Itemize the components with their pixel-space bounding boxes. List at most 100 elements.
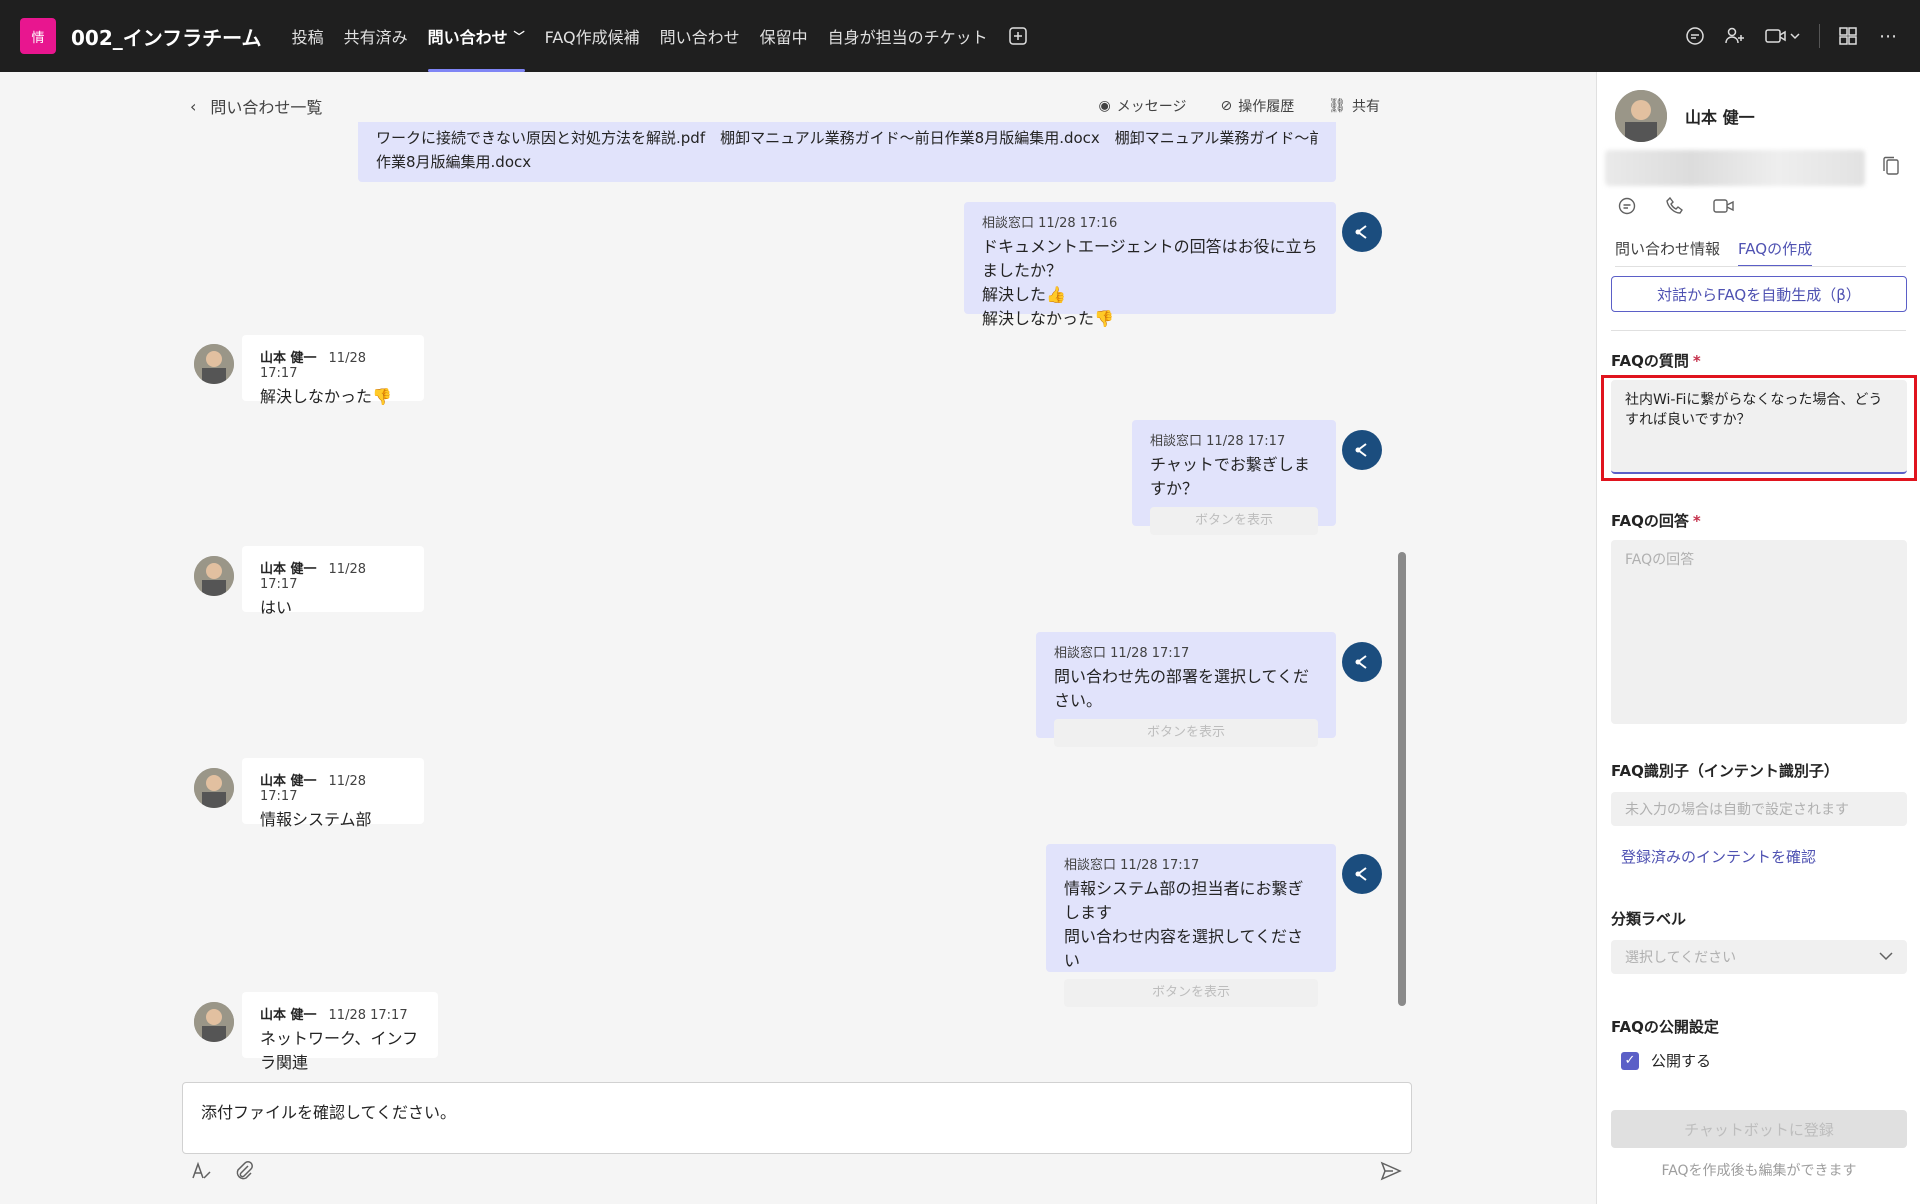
video-icon[interactable] (1763, 24, 1803, 48)
send-icon[interactable] (1380, 1160, 1402, 1186)
user-message: 山本 健一 11/28 17:17 はい (242, 546, 424, 617)
sender: 山本 健一 (260, 774, 317, 789)
register-chatbot-button[interactable]: チャットボットに登録 (1611, 1110, 1907, 1148)
avatar (1615, 90, 1667, 142)
compose-box[interactable]: 添付ファイルを確認してください。 (182, 1082, 1412, 1154)
show-buttons-button[interactable]: ボタンを表示 (1054, 719, 1318, 747)
tab-faq-create[interactable]: FAQの作成 (1738, 238, 1813, 267)
message-meta: 相談窓口 11/28 17:17 (1150, 430, 1318, 449)
message-text: ネットワーク、インフラ関連 (260, 1029, 419, 1072)
checkbox-checked[interactable]: ✓ (1621, 1051, 1639, 1070)
timestamp: 11/28 17:17 (328, 1008, 408, 1023)
sender: 山本 健一 (260, 1008, 317, 1023)
faq-question-label: FAQの質問 * (1611, 350, 1701, 371)
bot-avatar (1342, 642, 1382, 682)
tab-shared[interactable]: 共有済み (334, 0, 418, 72)
history-button[interactable]: ⊘ 操作履歴 (1220, 96, 1294, 116)
user-message: 山本 健一 11/28 17:17 解決しなかった👎 (242, 335, 424, 406)
attach-icon[interactable] (234, 1160, 254, 1186)
message-meta: 山本 健一 11/28 17:17 (260, 347, 406, 381)
faq-answer-field[interactable]: FAQの回答 (1611, 540, 1907, 724)
required-mark: * (1692, 512, 1701, 530)
tab-posts[interactable]: 投稿 (282, 0, 334, 72)
top-bar: 情 002_インフラチーム 投稿 共有済み 問い合わせ ﹀ FAQ作成候補 問い合… (0, 0, 1920, 72)
bot-avatar (1342, 430, 1382, 470)
user-message: 山本 健一 11/28 17:17 情報システム部 (242, 758, 424, 829)
avatar (194, 344, 234, 384)
sender: 相談窓口 (1064, 858, 1117, 873)
attachment-line[interactable]: ワークに接続できない原因と対処方法を解説.pdf 棚卸マニュアル業務ガイド～前日… (376, 126, 1318, 150)
bot-avatar (1342, 212, 1382, 252)
team-name[interactable]: 002_インフラチーム (71, 22, 262, 51)
message-meta: 相談窓口 11/28 17:16 (982, 212, 1318, 231)
message-text: 問い合わせ先の部署を選択してください。 (1054, 667, 1310, 710)
tab-inquiry-info[interactable]: 問い合わせ情報 (1615, 238, 1720, 267)
chat-scrollbar[interactable] (1398, 552, 1406, 1006)
timestamp: 11/28 17:17 (1206, 434, 1286, 449)
video-icon[interactable] (1713, 196, 1735, 220)
intent-field[interactable]: 未入力の場合は自動で設定されます (1611, 792, 1907, 826)
back-label: 問い合わせ一覧 (210, 98, 323, 117)
call-icon[interactable] (1665, 196, 1685, 220)
bot-message: 相談窓口 11/28 17:17 情報システム部の担当者にお繋ぎします 問い合わ… (1046, 844, 1336, 1007)
add-tab-icon[interactable] (1008, 26, 1028, 46)
select-placeholder: 選択してください (1625, 950, 1737, 966)
divider (1611, 330, 1906, 331)
footnote: FAQを作成後も編集ができます (1661, 1163, 1857, 1179)
auto-generate-faq-button[interactable]: 対話からFAQを自動生成（β） (1611, 276, 1907, 312)
attachment-bubble: ワークに接続できない原因と対処方法を解説.pdf 棚卸マニュアル業務ガイド～前日… (358, 122, 1336, 182)
message-text: ドキュメントエージェントの回答はお役に立ちましたか？ (982, 237, 1318, 280)
message-meta: 山本 健一 11/28 17:17 (260, 558, 406, 592)
tab-inquiries[interactable]: 問い合わせ (650, 0, 750, 72)
compose-tools (190, 1160, 254, 1186)
divider (1819, 24, 1820, 48)
chat-icon[interactable] (1683, 24, 1707, 48)
tab-on-hold[interactable]: 保留中 (750, 0, 818, 72)
divider (1615, 266, 1906, 267)
header-actions: ◉ メッセージ ⊘ 操作履歴 ⛓ 共有 (1099, 96, 1380, 116)
sender: 山本 健一 (260, 351, 317, 366)
contact-actions (1617, 196, 1735, 220)
tab-faq-candidates[interactable]: FAQ作成候補 (535, 0, 650, 72)
message-meta: 山本 健一 11/28 17:17 (260, 1004, 420, 1023)
message-text: 問い合わせ内容を選択してください (1064, 927, 1304, 970)
people-add-icon[interactable] (1723, 24, 1747, 48)
publish-label: FAQの公開設定 (1611, 1018, 1719, 1036)
message-meta: 山本 健一 11/28 17:17 (260, 770, 406, 804)
show-buttons-button[interactable]: ボタンを表示 (1150, 507, 1318, 535)
avatar (194, 768, 234, 808)
timestamp: 11/28 17:17 (1120, 858, 1200, 873)
message-text: 解決した👍 (982, 285, 1066, 304)
panel-user: 山本 健一 (1615, 90, 1755, 142)
faq-panel: 山本 健一 問い合わせ情報 FAQの作成 対話からFAQを自動生成（β） FAQ… (1596, 72, 1920, 1204)
tab-inquiries-active[interactable]: 問い合わせ ﹀ (418, 0, 535, 72)
chevron-down-icon[interactable]: ﹀ (514, 28, 525, 44)
avatar (194, 1002, 234, 1042)
format-icon[interactable] (190, 1160, 212, 1186)
message-text: はい (260, 598, 293, 617)
share-button[interactable]: ⛓ 共有 (1328, 96, 1380, 116)
sender: 相談窓口 (982, 216, 1035, 231)
user-message: 山本 健一 11/28 17:17 ネットワーク、インフラ関連 (242, 992, 438, 1072)
message-text: 情報システム部の担当者にお繋ぎします (1064, 879, 1304, 922)
show-buttons-button[interactable]: ボタンを表示 (1064, 979, 1318, 1007)
intent-link[interactable]: 登録済みのインテントを確認 (1621, 846, 1816, 867)
message-button[interactable]: ◉ メッセージ (1099, 96, 1187, 116)
chat-icon[interactable] (1617, 196, 1637, 220)
highlight-box (1601, 375, 1917, 481)
intent-label: FAQ識別子（インテント識別子） (1611, 762, 1839, 780)
more-icon[interactable]: ⋯ (1876, 24, 1900, 48)
category-label: 分類ラベル (1611, 910, 1687, 928)
tab-my-tickets[interactable]: 自身が担当のチケット (818, 0, 998, 72)
category-select[interactable]: 選択してください (1611, 940, 1907, 974)
publish-checkbox-row[interactable]: ✓ 公開する (1621, 1050, 1711, 1071)
back-button[interactable]: ‹ 問い合わせ一覧 (190, 94, 322, 118)
message-text: 解決しなかった👎 (260, 387, 392, 406)
copy-icon[interactable] (1882, 156, 1900, 180)
message-text: チャットでお繋ぎしますか？ (1150, 455, 1310, 498)
avatar (194, 556, 234, 596)
apps-icon[interactable] (1836, 24, 1860, 48)
team-icon[interactable]: 情 (20, 18, 56, 54)
attachment-line[interactable]: 作業8月版編集用.docx (376, 150, 1318, 174)
share-label: 共有 (1352, 99, 1380, 115)
